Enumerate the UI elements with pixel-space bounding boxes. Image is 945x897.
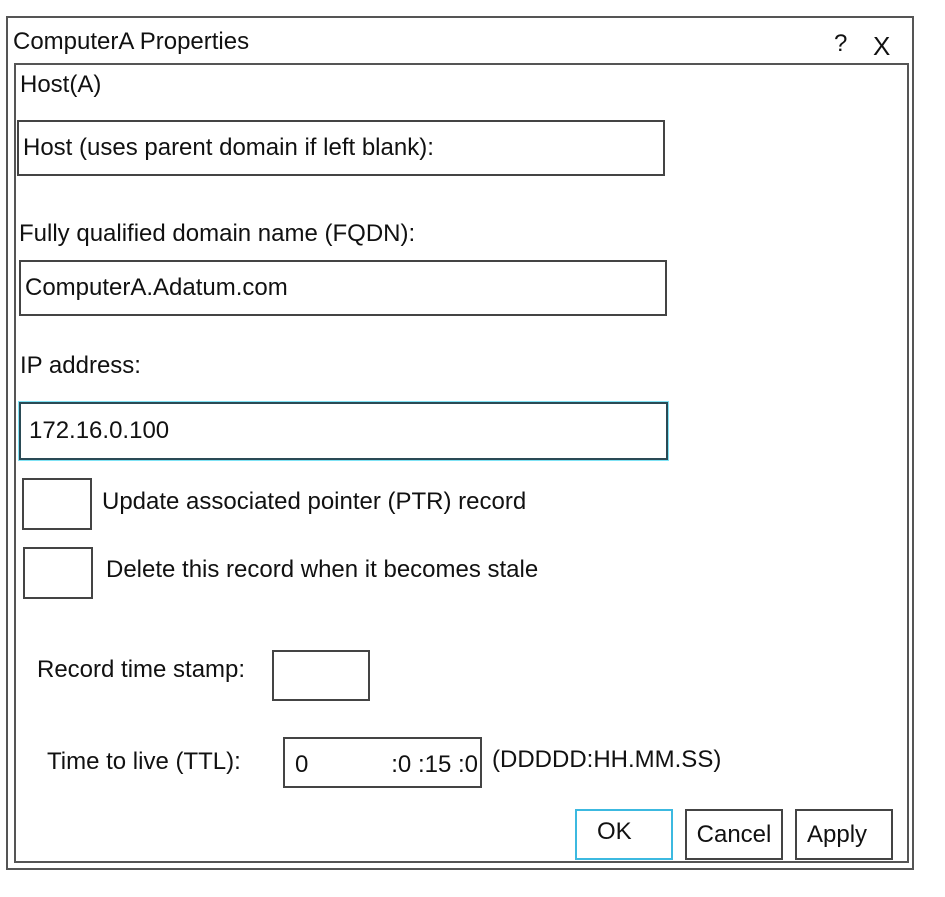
ip-address-label: IP address: <box>20 352 141 379</box>
apply-button[interactable]: Apply <box>795 809 893 860</box>
ttl-input[interactable]: 0 :0 :15 :0 <box>283 737 482 788</box>
host-input-label: Host (uses parent domain if left blank): <box>23 134 434 161</box>
cancel-button[interactable]: Cancel <box>685 809 783 860</box>
delete-stale-checkbox[interactable] <box>23 547 93 599</box>
help-icon[interactable]: ? <box>834 30 847 58</box>
ip-address-value: 172.16.0.100 <box>29 417 170 444</box>
host-input[interactable]: Host (uses parent domain if left blank): <box>17 120 665 176</box>
ttl-label: Time to live (TTL): <box>47 748 241 775</box>
delete-stale-label[interactable]: Delete this record when it becomes stale <box>106 556 538 584</box>
close-icon[interactable]: X <box>873 31 890 62</box>
ttl-format-hint: (DDDDD:HH.MM.SS) <box>492 746 722 773</box>
update-ptr-label[interactable]: Update associated pointer (PTR) record <box>102 488 526 516</box>
record-timestamp-field <box>272 650 370 701</box>
ok-button[interactable]: OK <box>575 809 673 860</box>
ip-address-input[interactable]: 172.16.0.100 <box>19 402 668 460</box>
fqdn-input[interactable]: ComputerA.Adatum.com <box>19 260 667 316</box>
fqdn-label: Fully qualified domain name (FQDN): <box>19 220 416 247</box>
fqdn-value: ComputerA.Adatum.com <box>25 274 288 301</box>
record-timestamp-label: Record time stamp: <box>37 656 246 683</box>
update-ptr-checkbox[interactable] <box>22 478 92 530</box>
ttl-days-value[interactable]: 0 <box>295 751 308 779</box>
tab-host-a[interactable]: Host(A) <box>20 71 101 99</box>
ttl-time-value[interactable]: :0 :15 :0 <box>391 751 478 779</box>
dialog-title: ComputerA Properties <box>13 28 250 55</box>
